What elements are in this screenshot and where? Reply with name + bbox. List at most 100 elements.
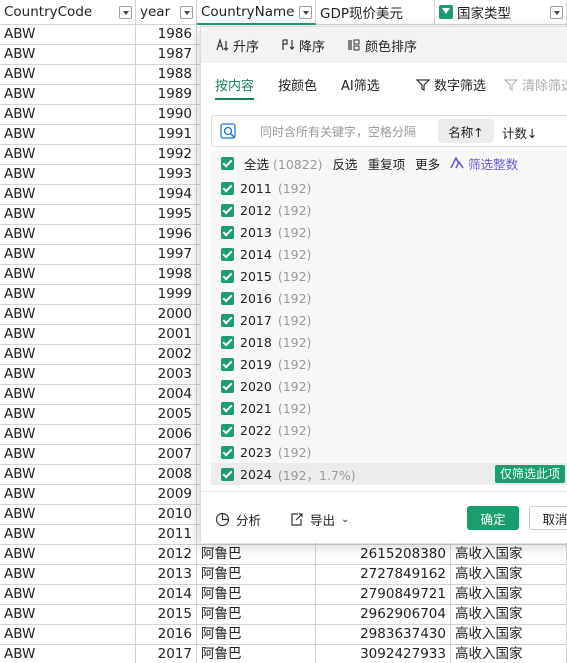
clear-filter-button[interactable]: 清除筛选 [504, 75, 567, 94]
country-code-cell[interactable]: ABW [0, 145, 136, 165]
sort-by-color-button[interactable]: 颜色排序 [347, 36, 417, 55]
country-code-cell[interactable]: ABW [0, 625, 136, 645]
sort-descending-button[interactable]: 降序 [281, 36, 325, 55]
year-cell[interactable]: 1990 [136, 105, 197, 125]
year-cell[interactable]: 1989 [136, 85, 197, 105]
year-cell[interactable]: 2001 [136, 325, 197, 345]
confirm-button[interactable]: 确定 [467, 506, 519, 530]
item-checkbox[interactable] [221, 225, 234, 239]
year-cell[interactable]: 1996 [136, 225, 197, 245]
year-cell[interactable]: 2010 [136, 505, 197, 525]
item-checkbox[interactable] [221, 313, 234, 327]
country-code-cell[interactable]: ABW [0, 485, 136, 505]
item-checkbox[interactable] [221, 335, 234, 349]
column-header-year[interactable]: year [136, 0, 197, 25]
year-cell[interactable]: 1997 [136, 245, 197, 265]
column-header-countryname[interactable]: CountryName [197, 0, 316, 25]
year-cell[interactable]: 2013 [136, 565, 197, 585]
filter-list-item[interactable]: 2012 (192) [211, 199, 567, 221]
column-header-gdp[interactable]: GDP现价美元 [316, 0, 435, 25]
tab-by-content[interactable]: 按内容 [215, 75, 255, 100]
gdp-cell[interactable]: 2615208380 [316, 545, 451, 565]
item-checkbox[interactable] [221, 445, 234, 459]
item-checkbox[interactable] [221, 291, 234, 305]
country-code-cell[interactable]: ABW [0, 565, 136, 585]
filter-list-item[interactable]: 2015 (192) [211, 265, 567, 287]
search-icon[interactable] [220, 123, 238, 141]
country-name-cell[interactable]: 阿鲁巴 [197, 545, 316, 565]
country-name-cell[interactable]: 阿鲁巴 [197, 605, 316, 625]
filter-dropdown-icon[interactable] [299, 6, 312, 19]
duplicates-button[interactable]: 重复项 [368, 154, 406, 173]
gdp-cell[interactable]: 2983637430 [316, 625, 451, 645]
item-checkbox[interactable] [221, 423, 234, 437]
item-checkbox[interactable] [221, 467, 234, 481]
country-name-cell[interactable]: 阿鲁巴 [197, 625, 316, 645]
year-cell[interactable]: 2008 [136, 465, 197, 485]
country-code-cell[interactable]: ABW [0, 445, 136, 465]
filter-list-item[interactable]: 2023 (192) [211, 441, 567, 463]
year-cell[interactable]: 2003 [136, 365, 197, 385]
tab-ai-filter[interactable]: AI筛选 [341, 75, 380, 94]
column-header-countrycode[interactable]: CountryCode [0, 0, 136, 25]
year-cell[interactable]: 1987 [136, 45, 197, 65]
filter-list-item[interactable]: 2020 (192) [211, 375, 567, 397]
year-cell[interactable]: 2014 [136, 585, 197, 605]
item-checkbox[interactable] [221, 181, 234, 195]
cancel-button[interactable]: 取消 [529, 506, 567, 530]
filter-list-item[interactable]: 2011 (192) [211, 177, 567, 199]
country-code-cell[interactable]: ABW [0, 205, 136, 225]
filter-list-item[interactable]: 2014 (192) [211, 243, 567, 265]
filter-list-item[interactable]: 2021 (192) [211, 397, 567, 419]
item-checkbox[interactable] [221, 247, 234, 261]
analysis-button[interactable]: 分析 [215, 510, 261, 529]
column-header-countrytype[interactable]: 国家类型 [435, 0, 567, 25]
country-code-cell[interactable]: ABW [0, 125, 136, 145]
year-cell[interactable]: 1998 [136, 265, 197, 285]
item-checkbox[interactable] [221, 269, 234, 283]
country-type-cell[interactable]: 高收入国家 [451, 545, 567, 565]
filter-list-item[interactable]: 2017 (192) [211, 309, 567, 331]
year-cell[interactable]: 2006 [136, 425, 197, 445]
country-code-cell[interactable]: ABW [0, 165, 136, 185]
filter-search-box[interactable]: 同时含所有关键字，空格分隔 名称↑ 计数↓ [211, 115, 567, 147]
country-type-cell[interactable]: 高收入国家 [451, 645, 567, 663]
country-code-cell[interactable]: ABW [0, 305, 136, 325]
select-all-label[interactable]: 全选 (10822) [244, 154, 323, 173]
country-code-cell[interactable]: ABW [0, 325, 136, 345]
country-code-cell[interactable]: ABW [0, 505, 136, 525]
year-cell[interactable]: 2004 [136, 385, 197, 405]
gdp-cell[interactable]: 2962906704 [316, 605, 451, 625]
country-type-cell[interactable]: 高收入国家 [451, 565, 567, 585]
filter-dropdown-icon[interactable] [550, 6, 563, 19]
year-cell[interactable]: 2009 [136, 485, 197, 505]
country-code-cell[interactable]: ABW [0, 425, 136, 445]
country-code-cell[interactable]: ABW [0, 525, 136, 545]
filter-list-item[interactable]: 2019 (192) [211, 353, 567, 375]
country-code-cell[interactable]: ABW [0, 225, 136, 245]
country-code-cell[interactable]: ABW [0, 285, 136, 305]
year-cell[interactable]: 2011 [136, 525, 197, 545]
item-checkbox[interactable] [221, 379, 234, 393]
country-code-cell[interactable]: ABW [0, 345, 136, 365]
item-checkbox[interactable] [221, 357, 234, 371]
filter-list-item[interactable]: 2016 (192) [211, 287, 567, 309]
filter-list-item[interactable]: 2018 (192) [211, 331, 567, 353]
filter-dropdown-icon[interactable] [180, 6, 193, 19]
year-cell[interactable]: 1991 [136, 125, 197, 145]
year-cell[interactable]: 1994 [136, 185, 197, 205]
year-cell[interactable]: 1986 [136, 25, 197, 45]
year-cell[interactable]: 1999 [136, 285, 197, 305]
sort-ascending-button[interactable]: 升序 [215, 36, 259, 55]
country-code-cell[interactable]: ABW [0, 245, 136, 265]
filter-list-item[interactable]: 2013 (192) [211, 221, 567, 243]
country-code-cell[interactable]: ABW [0, 545, 136, 565]
country-code-cell[interactable]: ABW [0, 605, 136, 625]
country-code-cell[interactable]: ABW [0, 25, 136, 45]
export-button[interactable]: 导出 ⌄ [289, 510, 349, 529]
filter-dropdown-icon[interactable] [119, 6, 132, 19]
invert-button[interactable]: 反选 [333, 154, 358, 173]
filter-only-this-button[interactable]: 仅筛选此项 [494, 465, 565, 483]
filter-integer-button[interactable]: 筛选整数 [450, 154, 518, 173]
country-code-cell[interactable]: ABW [0, 405, 136, 425]
